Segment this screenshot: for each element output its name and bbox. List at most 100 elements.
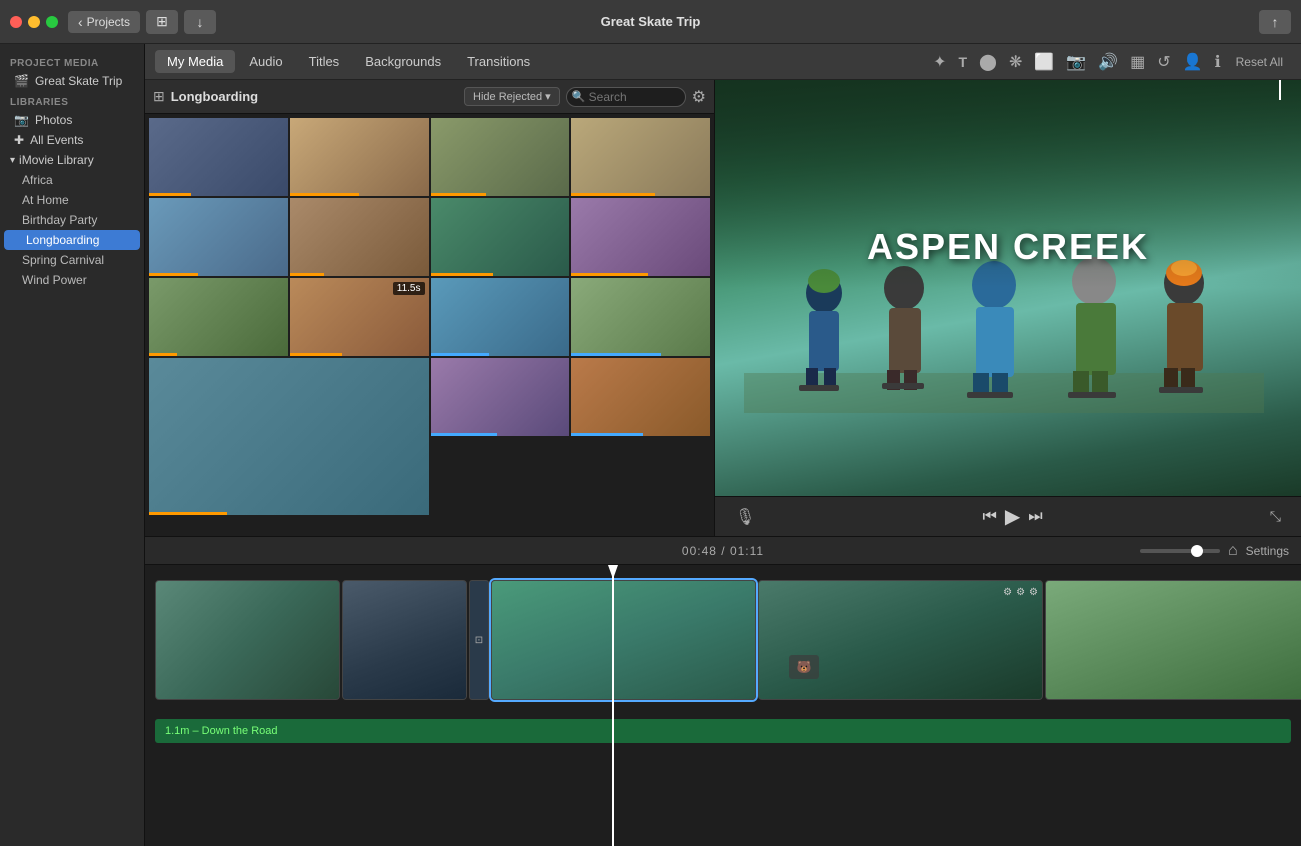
media-thumb[interactable]: [431, 278, 570, 356]
plus-icon: ✚: [14, 133, 24, 147]
trim-marker: [1279, 80, 1281, 100]
speed-icon[interactable]: ↺: [1152, 50, 1175, 74]
media-thumb[interactable]: [149, 198, 288, 276]
tab-audio[interactable]: Audio: [237, 50, 294, 73]
zoom-slider[interactable]: [1140, 549, 1220, 553]
media-thumb[interactable]: [149, 278, 288, 356]
media-thumb[interactable]: [571, 278, 710, 356]
home-icon[interactable]: ⌂: [1228, 542, 1238, 560]
import-button[interactable]: ↓: [184, 10, 216, 34]
sidebar-item-spring-carnival[interactable]: Spring Carnival: [0, 250, 144, 270]
skip-back-button[interactable]: ⏮: [978, 504, 1000, 530]
settings-button[interactable]: Settings: [1246, 544, 1289, 558]
sidebar-item-all-events[interactable]: ✚ All Events: [0, 130, 144, 150]
sidebar-item-project[interactable]: 🎬 Great Skate Trip: [0, 71, 144, 91]
settings-icon[interactable]: ⚙: [692, 87, 706, 107]
reset-all-button[interactable]: Reset All: [1228, 53, 1291, 71]
audio-bar: 1.1m – Down the Road: [155, 719, 1291, 743]
imovie-library-header[interactable]: ▾ iMovie Library: [0, 150, 144, 170]
main-track: ⊡ 2.2s – ASPEN CREE... ⚙ ⚙: [145, 565, 1301, 715]
preview-title-overlay: ASPEN CREEK: [867, 226, 1149, 268]
timeline-clip[interactable]: [342, 580, 467, 700]
media-thumb[interactable]: [431, 358, 570, 436]
search-wrapper: [566, 87, 686, 107]
timeline-header: 00:48 / 01:11 ⌂ Settings: [145, 537, 1301, 565]
tab-my-media[interactable]: My Media: [155, 50, 235, 73]
grid-view-icon[interactable]: ⊞: [153, 88, 165, 105]
preview-video: ASPEN CREEK: [715, 80, 1301, 496]
chevron-down-icon: ▾: [10, 155, 15, 166]
audio-track-row: 1.1m – Down the Road: [145, 715, 1301, 747]
media-thumb[interactable]: 11.5s: [290, 278, 429, 356]
media-thumb[interactable]: [290, 118, 429, 196]
timecode-display: 00:48 / 01:11: [682, 544, 764, 558]
preview-controls: 🎙 ⏮ ▶ ⏭ ⤡: [715, 496, 1301, 536]
media-grid: 11.5s: [145, 114, 714, 536]
main-layout: PROJECT MEDIA 🎬 Great Skate Trip LIBRARI…: [0, 44, 1301, 846]
text-tool-icon[interactable]: T: [953, 52, 972, 72]
audio-icon[interactable]: 🔊: [1093, 50, 1123, 74]
audio-label: 1.1m – Down the Road: [165, 725, 278, 737]
window-title: Great Skate Trip: [601, 14, 701, 29]
fullscreen-icon[interactable]: ⤡: [1266, 504, 1285, 529]
minimize-button[interactable]: [28, 16, 40, 28]
media-thumb[interactable]: [571, 198, 710, 276]
content-area: My Media Audio Titles Backgrounds Transi…: [145, 44, 1301, 846]
photos-icon: 📷: [14, 113, 29, 127]
timeline-area: 00:48 / 01:11 ⌂ Settings: [145, 536, 1301, 846]
timeline-settings: ⌂ Settings: [1140, 542, 1289, 560]
media-thumb[interactable]: [149, 358, 429, 515]
timeline-clip-selected[interactable]: 2.2s – ASPEN CREE...: [491, 580, 756, 700]
media-thumb[interactable]: [571, 118, 710, 196]
sidebar-item-at-home[interactable]: At Home: [0, 190, 144, 210]
sidebar-item-wind-power[interactable]: Wind Power: [0, 270, 144, 290]
project-media-label: PROJECT MEDIA: [0, 52, 144, 71]
preview-panel: ASPEN CREEK 🎙 ⏮ ▶ ⏭ ⤡: [715, 80, 1301, 536]
search-input[interactable]: [566, 87, 686, 107]
timeline-clip[interactable]: ⚙ ⚙ ⚙ 🐻: [758, 580, 1043, 700]
media-thumb[interactable]: [149, 118, 288, 196]
media-thumb[interactable]: [290, 198, 429, 276]
sidebar: PROJECT MEDIA 🎬 Great Skate Trip LIBRARI…: [0, 44, 145, 846]
tab-backgrounds[interactable]: Backgrounds: [353, 50, 453, 73]
media-thumb[interactable]: [431, 198, 570, 276]
titlebar: Projects ⊞ ↓ Great Skate Trip ↑: [0, 0, 1301, 44]
film-icon: 🎬: [14, 74, 29, 88]
timeline-clip[interactable]: [155, 580, 340, 700]
timeline-clip[interactable]: [1045, 580, 1301, 700]
color-tool-icon[interactable]: ⬤: [974, 50, 1002, 74]
close-button[interactable]: [10, 16, 22, 28]
tab-titles[interactable]: Titles: [297, 50, 352, 73]
projects-button[interactable]: Projects: [68, 11, 140, 33]
chart-icon[interactable]: ▦: [1125, 50, 1150, 74]
camera-icon[interactable]: 📷: [1061, 50, 1091, 74]
sidebar-item-longboarding[interactable]: Longboarding: [4, 230, 140, 250]
fullscreen-button[interactable]: [46, 16, 58, 28]
libraries-label: LIBRARIES: [0, 91, 144, 110]
magic-wand-icon[interactable]: ✦: [928, 50, 951, 74]
media-thumb[interactable]: [431, 118, 570, 196]
microphone-button[interactable]: 🎙: [731, 503, 759, 531]
face-icon[interactable]: 👤: [1178, 50, 1208, 74]
play-button[interactable]: ▶: [1001, 500, 1024, 533]
sidebar-item-birthday-party[interactable]: Birthday Party: [0, 210, 144, 230]
filter-icon[interactable]: ❋: [1004, 50, 1027, 74]
skip-forward-button[interactable]: ⏭: [1024, 504, 1046, 530]
tab-transitions[interactable]: Transitions: [455, 50, 542, 73]
middle-pane: ⊞ Longboarding Hide Rejected ▾ ⚙: [145, 80, 1301, 536]
hide-rejected-button[interactable]: Hide Rejected ▾: [464, 87, 560, 106]
info-icon[interactable]: ℹ: [1210, 50, 1226, 74]
sidebar-item-photos[interactable]: 📷 Photos: [0, 110, 144, 130]
chevron-down-icon: ▾: [545, 90, 551, 103]
timeline-clip-transition[interactable]: ⊡: [469, 580, 489, 700]
crop-icon[interactable]: ⬜: [1029, 50, 1059, 74]
media-browser-title: Longboarding: [171, 89, 458, 104]
media-toolbar: ⊞ Longboarding Hide Rejected ▾ ⚙: [145, 80, 714, 114]
clip-duration: 11.5s: [393, 282, 425, 295]
main-toolbar: My Media Audio Titles Backgrounds Transi…: [145, 44, 1301, 80]
sidebar-item-africa[interactable]: Africa: [0, 170, 144, 190]
view-toggle-button[interactable]: ⊞: [146, 10, 178, 34]
share-button[interactable]: ↑: [1259, 10, 1291, 34]
traffic-lights: [10, 16, 58, 28]
media-thumb[interactable]: [571, 358, 710, 436]
